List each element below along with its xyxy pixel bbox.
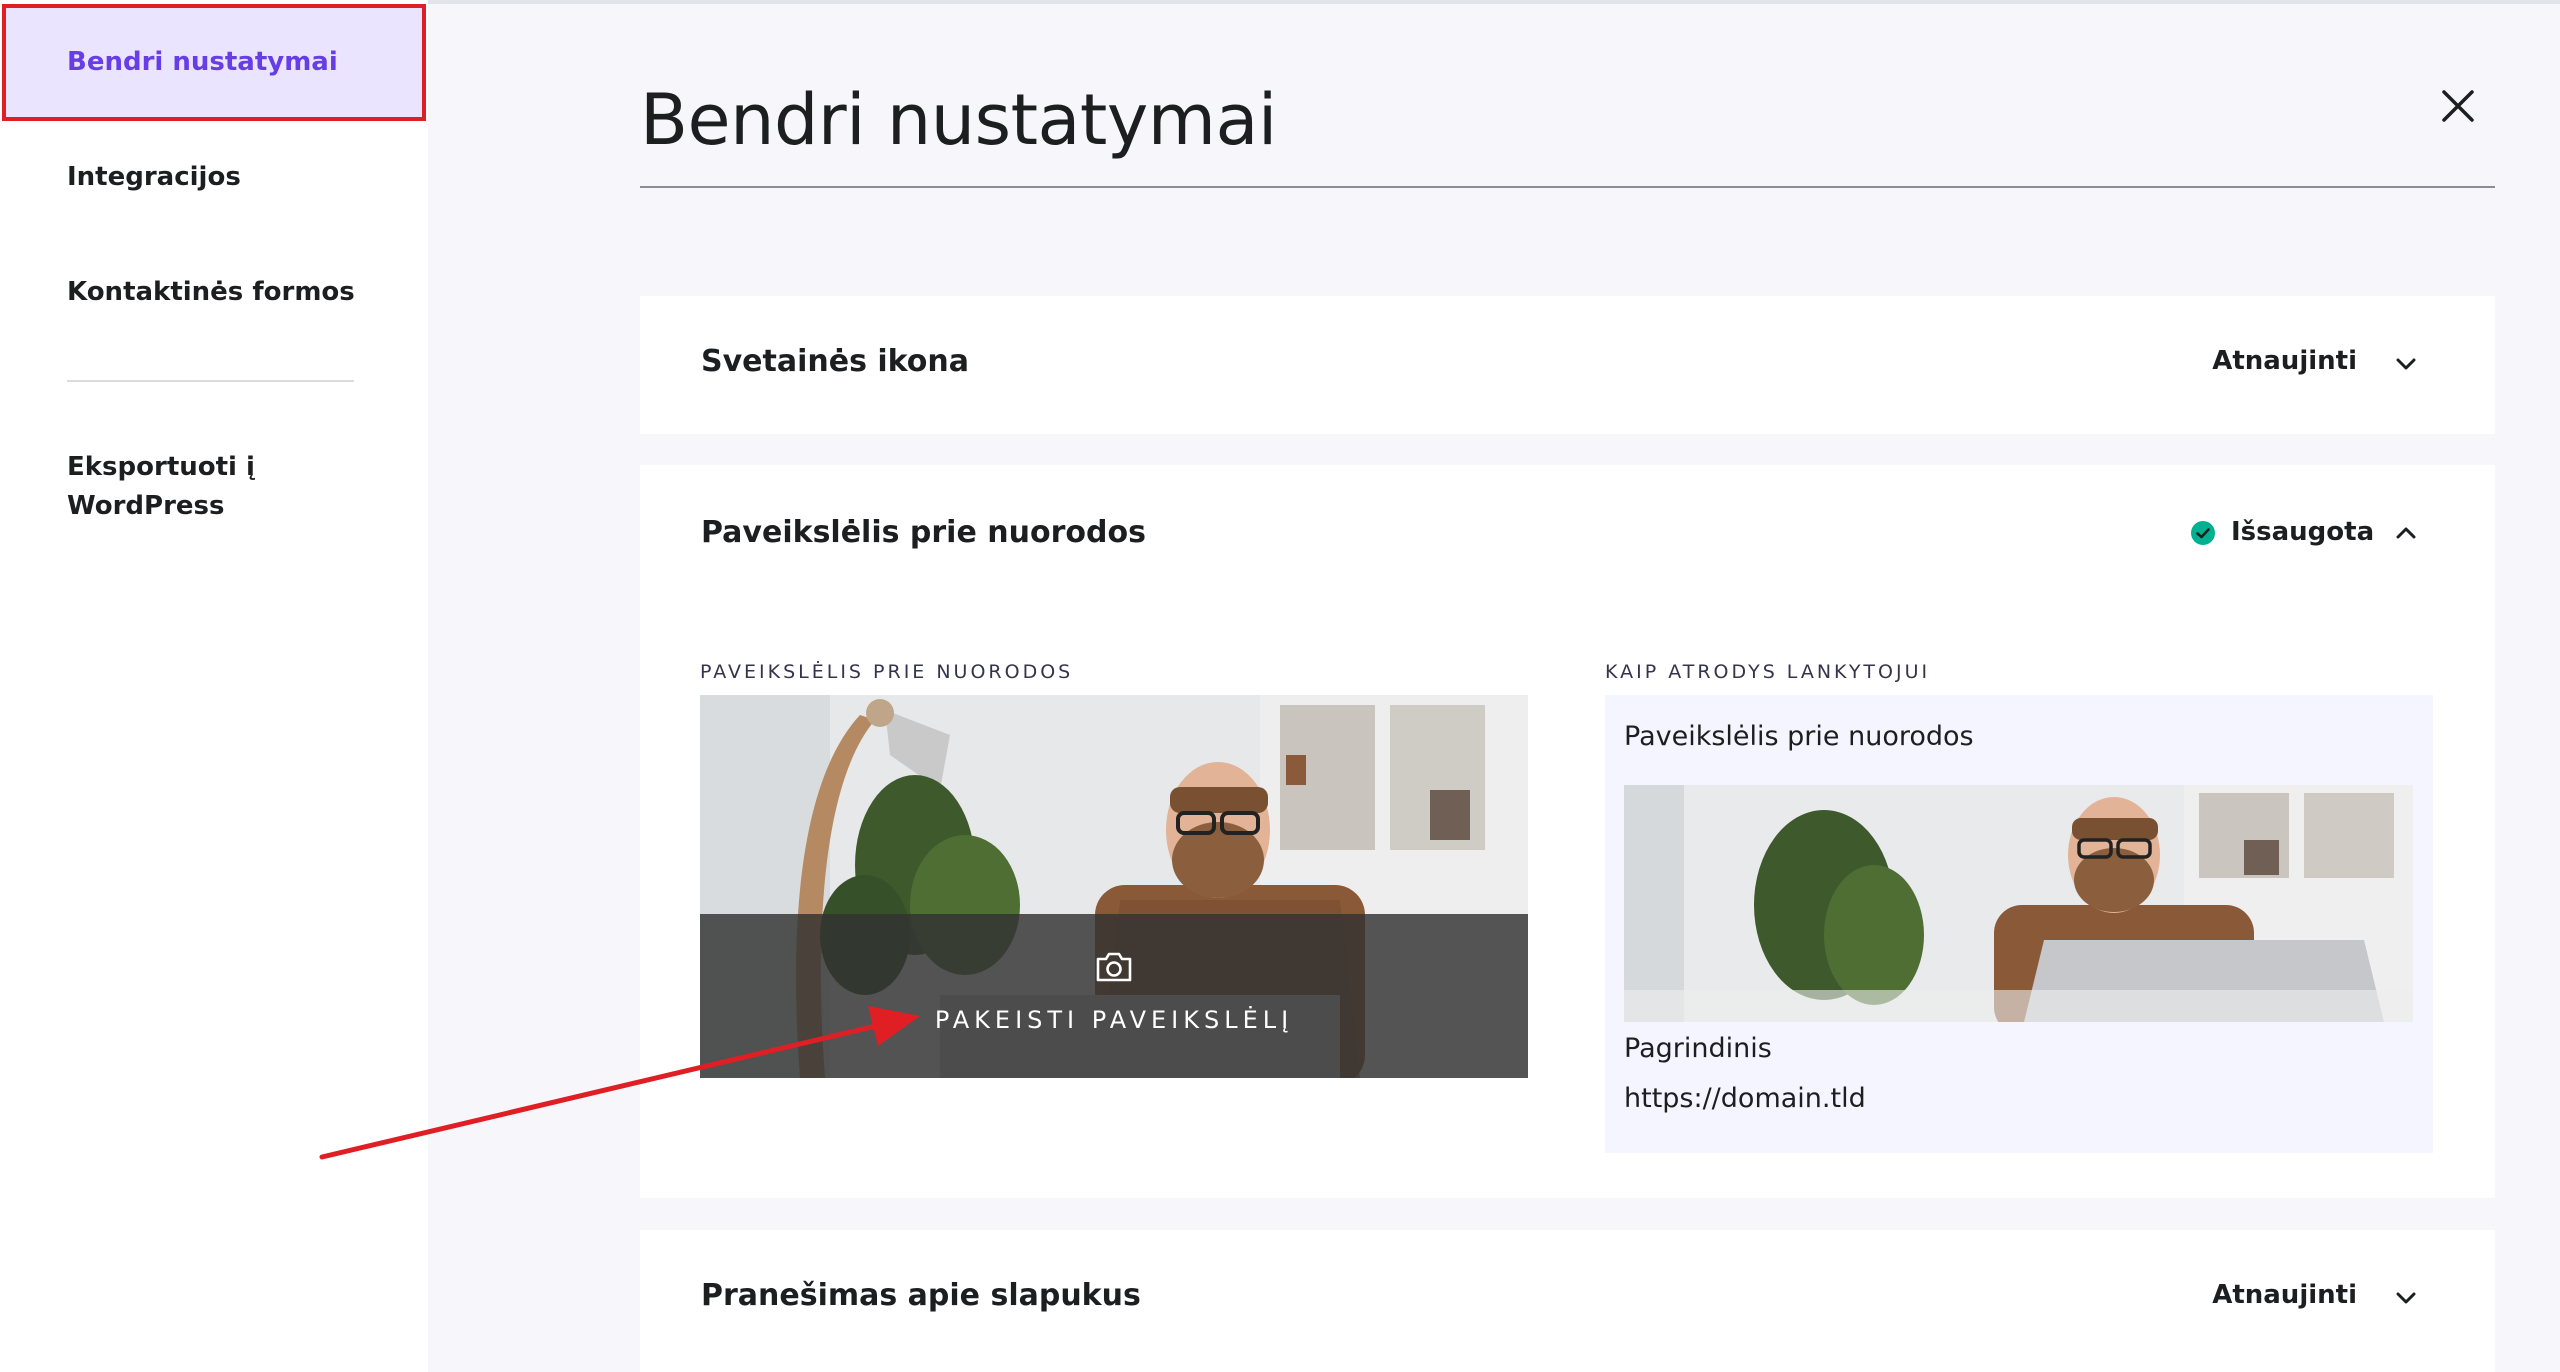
page-title: Bendri nustatymai [640, 79, 1277, 161]
cookie-notice-title: Pranešimas apie slapukus [701, 1278, 1141, 1313]
preview-site-name: Pagrindinis [1624, 1033, 1772, 1064]
settings-sidebar: Bendri nustatymai Integracijos Kontaktin… [0, 0, 428, 1372]
sidebar-item-integrations[interactable]: Integracijos [67, 158, 241, 197]
preview-title: Paveikslėlis prie nuorodos [1624, 721, 1974, 752]
sidebar-item-general-settings[interactable]: Bendri nustatymai [2, 4, 426, 121]
chevron-down-icon[interactable] [2393, 1285, 2419, 1311]
sidebar-divider [67, 380, 354, 382]
site-icon-title: Svetainės ikona [701, 344, 970, 379]
cookie-notice-card[interactable]: Pranešimas apie slapukus Atnaujinti [640, 1230, 2495, 1372]
chevron-down-icon[interactable] [2393, 351, 2419, 377]
change-image-button[interactable]: PAKEISTI PAVEIKSLĖLĮ [700, 1006, 1528, 1034]
chevron-up-icon[interactable] [2393, 520, 2419, 546]
sidebar-item-export-label-line1: Eksportuoti į [67, 452, 255, 482]
title-divider [640, 186, 2495, 188]
saved-status: Išsaugota [2231, 517, 2375, 547]
preview-image [1624, 785, 2413, 1022]
link-image-preview[interactable]: PAKEISTI PAVEIKSLĖLĮ [700, 695, 1528, 1078]
close-icon[interactable] [2438, 86, 2478, 126]
site-icon-update-button[interactable]: Atnaujinti [2212, 346, 2357, 376]
visitor-preview-card: Paveikslėlis prie nuorodos Pagrindinis h… [1605, 695, 2433, 1153]
preview-url: https://domain.tld [1624, 1083, 1866, 1114]
sidebar-item-export-wordpress[interactable]: Eksportuoti į WordPress [67, 448, 255, 526]
cookie-notice-update-button[interactable]: Atnaujinti [2212, 1280, 2357, 1310]
camera-icon [1096, 952, 1132, 982]
sidebar-item-export-label-line2: WordPress [67, 491, 225, 521]
sidebar-item-contact-forms[interactable]: Kontaktinės formos [67, 273, 355, 312]
link-image-title: Paveikslėlis prie nuorodos [701, 515, 1146, 550]
preview-section-label: KAIP ATRODYS LANKYTOJUI [1605, 661, 1931, 683]
link-image-section-label: PAVEIKSLĖLIS PRIE NUORODOS [700, 661, 1074, 683]
office-photo-thumbnail [1624, 785, 2413, 1022]
change-image-overlay[interactable]: PAKEISTI PAVEIKSLĖLĮ [700, 914, 1528, 1078]
site-icon-card[interactable]: Svetainės ikona Atnaujinti [640, 296, 2495, 434]
check-circle-icon [2191, 521, 2215, 545]
